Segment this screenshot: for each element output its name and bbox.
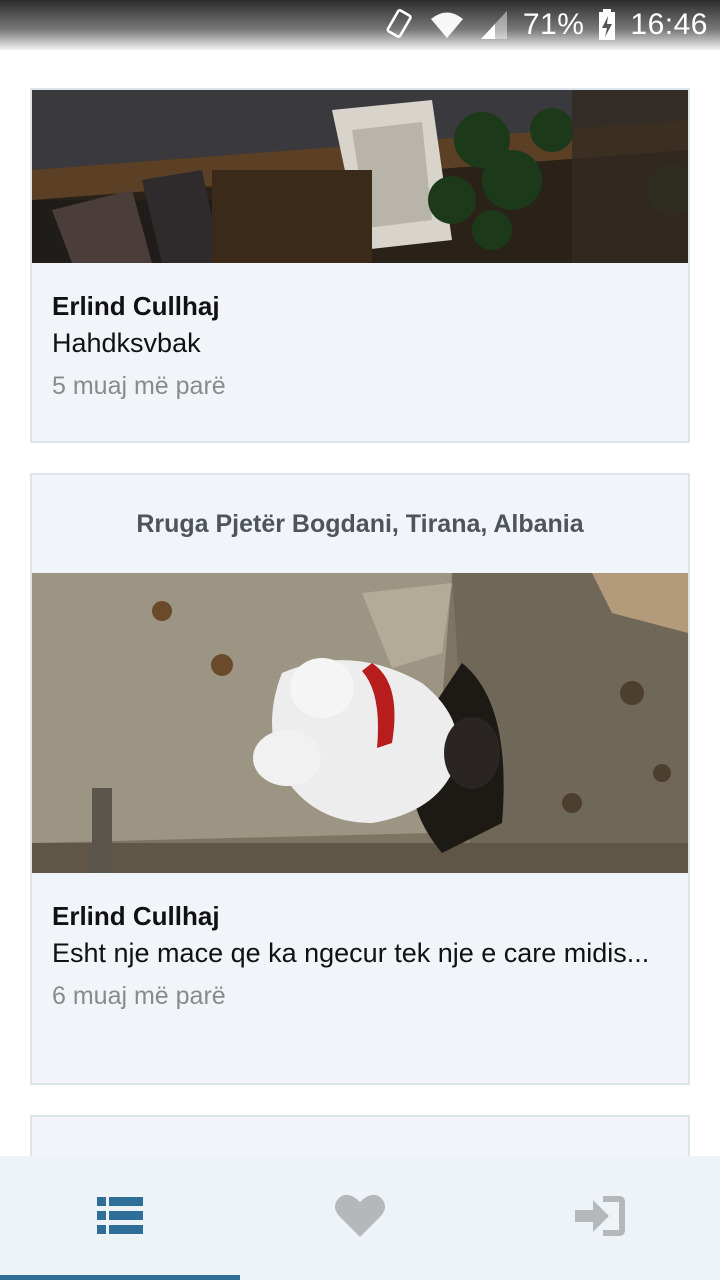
clock: 16:46 — [630, 8, 708, 41]
wifi-icon — [429, 10, 465, 40]
post-location: Rruga Pjetër Bogdani, Tirana, Albania — [136, 509, 584, 538]
tab-login[interactable] — [480, 1156, 720, 1280]
signal-icon — [479, 9, 509, 41]
post-author[interactable]: Erlind Cullhaj — [52, 899, 668, 933]
post-card[interactable] — [30, 1115, 690, 1156]
post-image[interactable] — [32, 573, 688, 873]
post-image[interactable] — [32, 90, 688, 263]
heart-icon — [334, 1193, 386, 1243]
post-card[interactable]: Rruga Pjetër Bogdani, Tirana, Albania Er… — [30, 473, 690, 1085]
post-card[interactable]: Erlind Cullhaj Hahdksvbak 5 muaj më parë — [30, 88, 690, 443]
status-bar: 71% 16:46 — [0, 0, 720, 50]
login-icon — [573, 1194, 627, 1242]
tab-feed[interactable] — [0, 1156, 240, 1280]
feed-list[interactable]: Erlind Cullhaj Hahdksvbak 5 muaj më parë… — [0, 50, 720, 1156]
bottom-navigation — [0, 1156, 720, 1280]
post-text: Esht nje mace qe ka ngecur tek nje e car… — [52, 938, 650, 968]
post-time: 5 muaj më parë — [52, 372, 226, 400]
battery-percent: 71% — [522, 8, 585, 41]
post-author[interactable]: Erlind Cullhaj — [52, 289, 668, 323]
post-text: Hahdksvbak — [52, 328, 201, 358]
post-time: 6 muaj më parë — [52, 982, 226, 1010]
list-icon — [97, 1197, 143, 1239]
battery-charging-icon — [598, 9, 616, 41]
screen-rotation-icon — [385, 8, 415, 42]
tab-favorites[interactable] — [240, 1156, 480, 1280]
